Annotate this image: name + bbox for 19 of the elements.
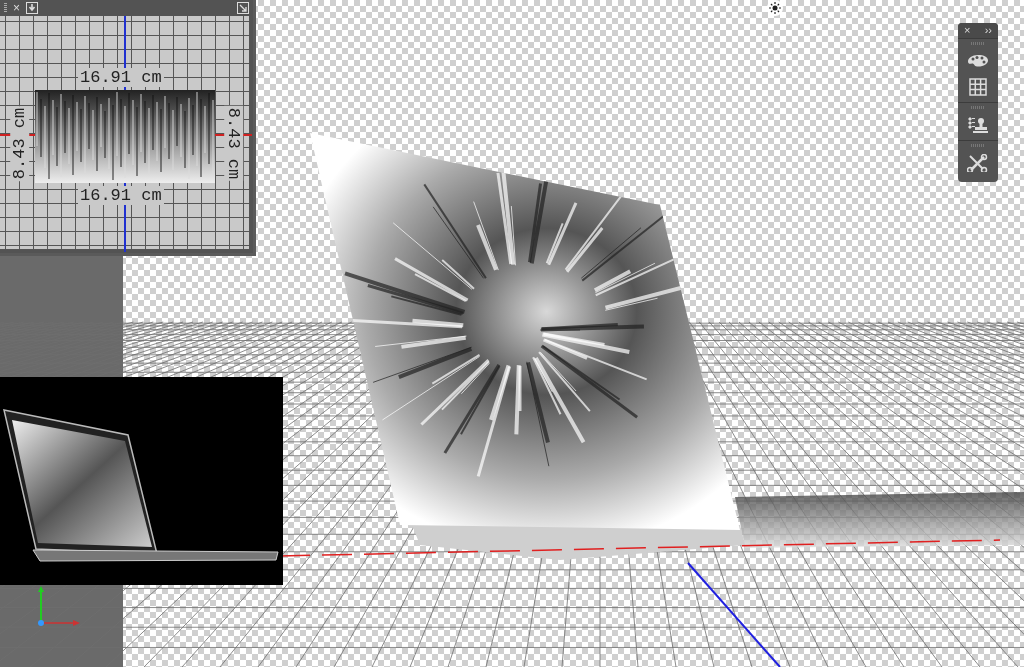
axis-gizmo-icon[interactable] <box>36 585 81 629</box>
light-icon[interactable] <box>766 0 784 16</box>
stamp-icon <box>967 116 989 134</box>
width-measurement: 16.91 cm <box>78 68 164 87</box>
expand-button[interactable]: ›› <box>984 25 992 36</box>
grid-icon <box>967 78 989 96</box>
close-button[interactable]: × <box>964 25 971 36</box>
height-measurement: 8.43 cm <box>224 105 244 182</box>
grip-icon[interactable] <box>971 144 985 147</box>
width-measurement: 16.91 cm <box>78 186 164 205</box>
height-measurement: 8.43 cm <box>10 105 30 182</box>
download-icon[interactable] <box>26 2 38 14</box>
palette-icon <box>967 52 989 70</box>
resize-icon[interactable] <box>237 2 249 14</box>
grip-icon[interactable] <box>971 106 985 109</box>
scissors-icon <box>967 154 989 172</box>
close-button[interactable]: × <box>13 2 20 14</box>
grip-icon[interactable] <box>4 3 7 13</box>
grip-icon[interactable] <box>971 42 985 45</box>
